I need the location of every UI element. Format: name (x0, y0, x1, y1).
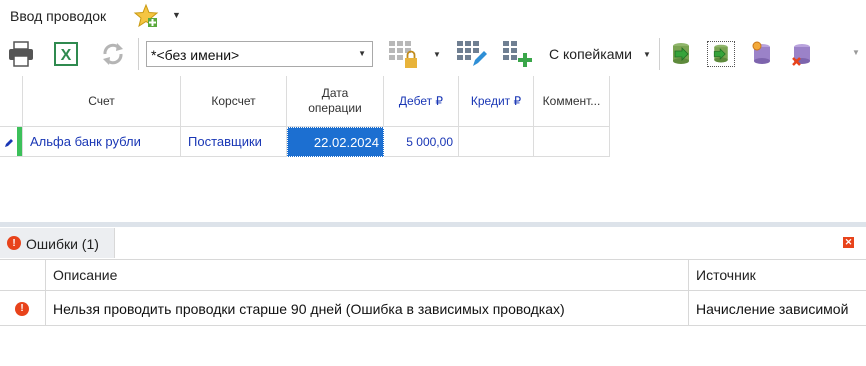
title-bar: Ввод проводок ▼ (0, 0, 866, 32)
column-divider (688, 259, 689, 326)
column-header-debet[interactable]: Дебет ₽ (384, 76, 459, 127)
error-row-icon-cell: ! (0, 292, 46, 326)
grid-dropdown-icon[interactable]: ▼ (433, 50, 441, 59)
row-status-bar (17, 127, 22, 156)
cell-schet[interactable]: Альфа банк рубли (23, 127, 181, 157)
kopeyki-button[interactable]: С копейками (549, 46, 632, 62)
close-icon[interactable]: ✕ (843, 237, 854, 248)
toolbar: X *<без имени> ▼ ▼ С копейками ▼ ▼ (0, 34, 866, 74)
column-header-kredit[interactable]: Кредит ₽ (459, 76, 534, 127)
template-combo-value: *<без имени> (151, 47, 240, 63)
error-row-description[interactable]: Нельзя проводить проводки старше 90 дней… (46, 292, 689, 326)
grid-lock-icon[interactable] (386, 34, 420, 74)
row-indicator (0, 127, 23, 157)
column-divider (45, 259, 46, 326)
errors-tab[interactable]: ! Ошибки (1) (0, 228, 115, 258)
excel-export-icon[interactable]: X (50, 34, 82, 74)
column-header-korschet[interactable]: Корсчет (181, 76, 287, 127)
toolbar-separator (659, 38, 660, 70)
error-row-source[interactable]: Начисление зависимой (689, 292, 866, 326)
window-title: Ввод проводок (10, 8, 107, 24)
errors-column-source[interactable]: Источник (689, 259, 866, 291)
panel-splitter[interactable] (0, 222, 866, 227)
toolbar-separator (138, 38, 139, 70)
db-delete-icon[interactable] (788, 34, 816, 74)
cell-kredit[interactable] (459, 127, 534, 157)
toolbar-overflow-icon[interactable]: ▼ (852, 48, 860, 57)
cell-comment[interactable] (534, 127, 610, 157)
grid-add-icon[interactable] (500, 34, 534, 74)
errors-tab-label: Ошибки (1) (26, 236, 99, 252)
refresh-icon[interactable] (97, 34, 129, 74)
grid-edit-icon[interactable] (454, 34, 488, 74)
db-settings-icon[interactable] (748, 34, 776, 74)
cell-korschet[interactable]: Поставщики (181, 127, 287, 157)
favorite-star-icon[interactable] (133, 3, 159, 29)
svg-text:X: X (61, 47, 72, 64)
db-import-icon[interactable] (667, 34, 695, 74)
errors-icon-column-header (0, 259, 46, 291)
chevron-down-icon[interactable]: ▼ (358, 49, 366, 58)
cell-debet[interactable]: 5 000,00 (384, 127, 459, 157)
pencil-icon (4, 136, 14, 151)
db-export-icon[interactable] (707, 41, 735, 67)
template-combo[interactable]: *<без имени> ▼ (146, 41, 373, 67)
title-dropdown-icon[interactable]: ▼ (172, 10, 181, 20)
error-icon: ! (15, 301, 29, 316)
error-icon: ! (7, 236, 21, 250)
column-header-date[interactable]: Дата операции (287, 76, 384, 127)
row-indicator-header (0, 76, 23, 127)
errors-column-description[interactable]: Описание (46, 259, 689, 291)
cell-date[interactable]: 22.02.2024 (287, 127, 384, 157)
column-header-schet[interactable]: Счет (23, 76, 181, 127)
print-icon[interactable] (4, 34, 38, 74)
kopeyki-dropdown-icon[interactable]: ▼ (643, 50, 651, 59)
column-header-comment[interactable]: Коммент... (534, 76, 610, 127)
